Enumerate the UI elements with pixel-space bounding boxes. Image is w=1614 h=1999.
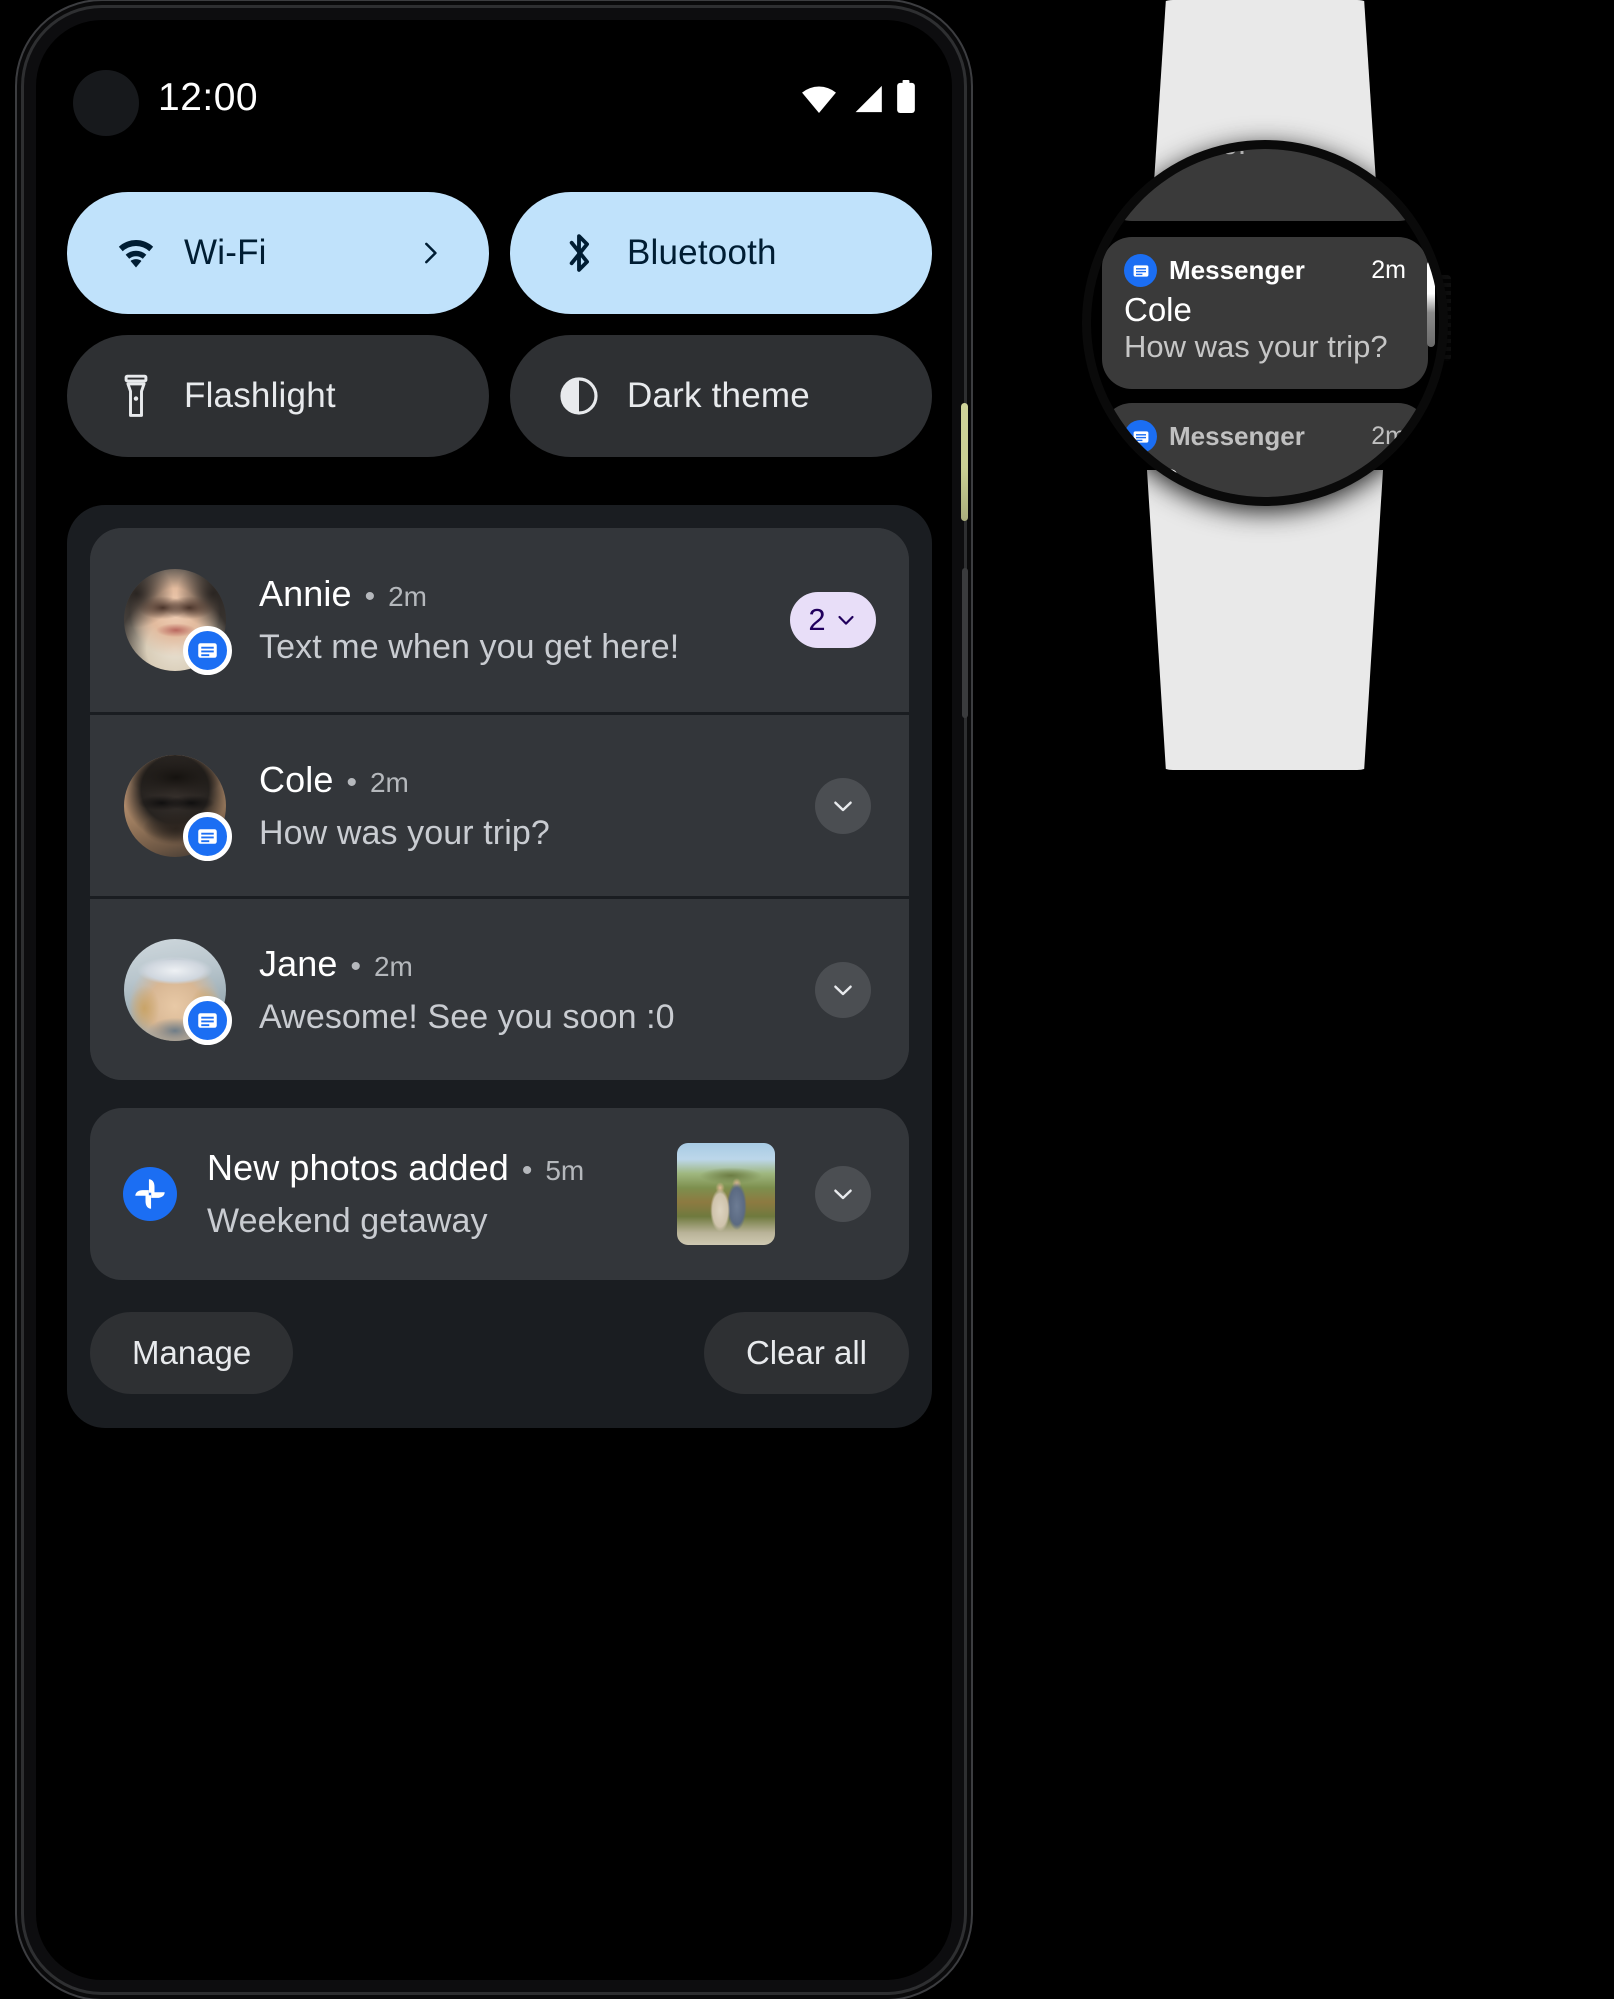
notification-sender: Annie (259, 573, 352, 614)
notification-group-messages: Annie • 2m Text me when you get here! 2 (90, 528, 909, 1080)
notification-sender: Cole (259, 758, 334, 800)
watch-notification-app: Messenger (1169, 421, 1305, 451)
phone-screen: 12:00 Wi-Fi Bluetooth Flashlight Dark th… (36, 20, 952, 1980)
expand-button[interactable] (815, 1166, 871, 1222)
shade-footer: Manage Clear all (90, 1312, 909, 1394)
messenger-badge-icon (183, 995, 232, 1045)
watch-notification-time: 2m (1371, 256, 1406, 284)
messenger-badge-icon (183, 811, 232, 861)
clear-all-button[interactable]: Clear all (703, 1312, 909, 1394)
contrast-icon (557, 374, 601, 418)
qs-tile-flashlight-label: Flashlight (184, 376, 336, 415)
notification-subtitle: Weekend getaway (207, 1202, 488, 1240)
qs-tile-wifi[interactable]: Wi-Fi (67, 192, 489, 314)
watch-scroll-indicator[interactable] (1427, 261, 1435, 347)
notification-separator: • (346, 765, 357, 799)
notification-time: 2m (373, 950, 413, 982)
quick-settings-grid: Wi-Fi Bluetooth Flashlight Dark theme (67, 192, 932, 457)
qs-tile-dark-theme[interactable]: Dark theme (510, 335, 932, 457)
watch-notification-card-previous[interactable]: ext me when you get here! (1102, 149, 1428, 221)
watch-notification-message: How was your trip? (1124, 328, 1388, 364)
watch-notification-header: Messenger 2m (1124, 420, 1406, 453)
chevron-down-icon (834, 1189, 852, 1200)
avatar-jane (124, 938, 232, 1045)
wifi-icon (801, 85, 837, 118)
camera-cutout (73, 70, 139, 136)
messenger-icon (1124, 420, 1157, 453)
notification-separator: • (364, 580, 376, 613)
flashlight-icon (114, 374, 158, 418)
expand-button[interactable] (815, 961, 871, 1018)
notification-shade: Annie • 2m Text me when you get here! 2 (67, 505, 932, 1428)
qs-tile-wifi-label: Wi-Fi (184, 233, 267, 272)
smartwatch-device: ext me when you get here! Messenger 2m (1055, 0, 1475, 770)
avatar-cole (124, 754, 232, 861)
battery-icon (896, 80, 916, 118)
chevron-down-icon (834, 985, 852, 995)
phone-volume-button[interactable] (962, 568, 968, 718)
chevron-down-icon (834, 801, 852, 811)
notification-count-badge[interactable]: 2 (790, 592, 876, 648)
cellular-signal-icon (850, 85, 883, 118)
notification-row-cole[interactable]: Cole • 2m How was your trip? (90, 712, 909, 896)
notification-thumbnail (677, 1143, 775, 1245)
avatar-annie (124, 569, 232, 675)
notification-row-jane[interactable]: Jane • 2m Awesome! See you soon :0 (90, 896, 909, 1080)
watch-notification-time: 2m (1371, 422, 1406, 450)
qs-tile-dark-theme-label: Dark theme (627, 376, 810, 415)
qs-tile-bluetooth-label: Bluetooth (627, 233, 777, 272)
watch-screen: ext me when you get here! Messenger 2m (1091, 149, 1439, 497)
watch-notification-message: ext me when you get here! (1124, 149, 1406, 161)
watch-notification-header: Messenger 2m (1124, 254, 1406, 287)
phone-device: 12:00 Wi-Fi Bluetooth Flashlight Dark th… (24, 8, 968, 1992)
watch-band-bottom (1147, 470, 1383, 770)
notification-separator: • (350, 949, 361, 983)
notification-time: 5m (545, 1155, 585, 1186)
notification-count: 2 (808, 602, 826, 637)
watch-notification-card-next[interactable]: Messenger 2m ane (1102, 403, 1428, 497)
messenger-icon (1124, 254, 1157, 287)
notification-message: How was your trip? (259, 813, 550, 852)
expand-button[interactable] (815, 777, 871, 834)
manage-button[interactable]: Manage (90, 1312, 294, 1394)
watch-body: ext me when you get here! Messenger 2m (1082, 140, 1448, 506)
watch-notification-sender: ane (1124, 457, 1180, 494)
notification-content: Cole • 2m How was your trip? (259, 759, 909, 853)
notification-content: Jane • 2m Awesome! See you soon :0 (259, 943, 909, 1037)
notification-row-photos[interactable]: New photos added • 5m Weekend getaway (90, 1108, 909, 1280)
notification-separator: • (521, 1154, 533, 1187)
status-bar: 12:00 (36, 20, 952, 150)
bluetooth-icon (557, 231, 601, 275)
notification-message: Awesome! See you soon :0 (259, 997, 675, 1036)
notification-time: 2m (369, 766, 409, 798)
notification-content: New photos added • 5m Weekend getaway (207, 1147, 584, 1241)
wifi-icon (114, 231, 158, 275)
watch-notification-card-focused[interactable]: Messenger 2m Cole How was your trip? (1102, 237, 1428, 389)
watch-notification-app: Messenger (1169, 255, 1305, 285)
status-icons (801, 80, 916, 118)
qs-tile-flashlight[interactable]: Flashlight (67, 335, 489, 457)
chevron-right-icon[interactable] (417, 240, 443, 266)
google-photos-icon (123, 1167, 177, 1221)
watch-notification-sender: Cole (1124, 291, 1192, 328)
notification-time: 2m (388, 581, 427, 612)
notification-row-annie[interactable]: Annie • 2m Text me when you get here! 2 (90, 528, 909, 712)
status-clock: 12:00 (158, 76, 259, 119)
messenger-badge-icon (183, 626, 232, 675)
notification-title: New photos added (207, 1147, 509, 1188)
qs-tile-bluetooth[interactable]: Bluetooth (510, 192, 932, 314)
phone-power-button[interactable] (961, 403, 968, 521)
chevron-down-icon (838, 615, 854, 625)
notification-sender: Jane (259, 942, 338, 984)
